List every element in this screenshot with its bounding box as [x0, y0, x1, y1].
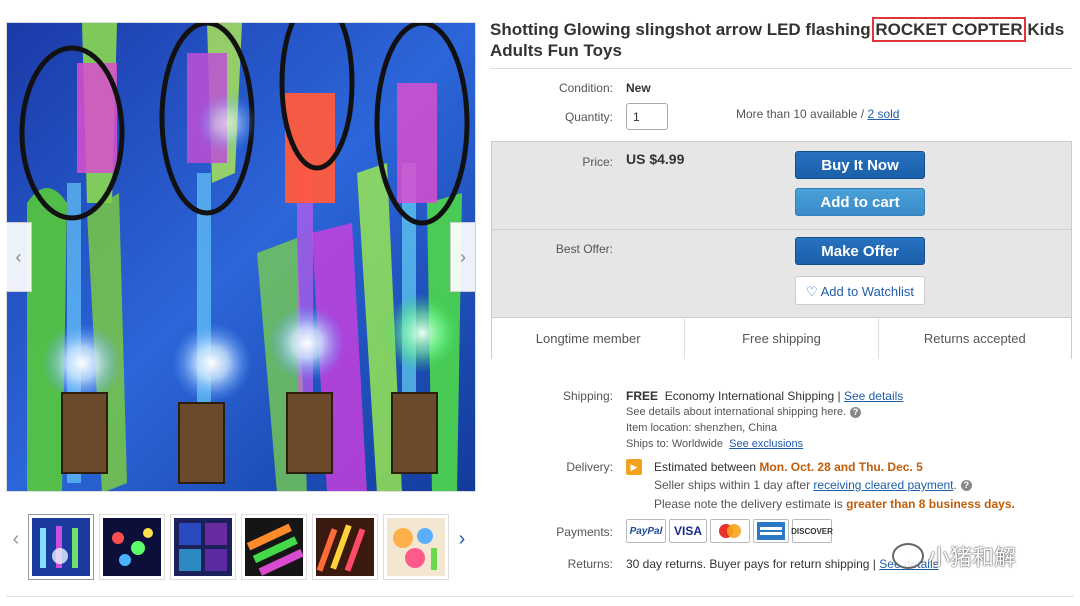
condition-label: Condition: [558, 81, 613, 95]
watermark: 小猪和解 [892, 540, 1016, 572]
delivery-dates: Mon. Oct. 28 and Thu. Dec. 5 [759, 460, 923, 474]
chevron-right-icon: › [460, 246, 466, 267]
seller-ships-text: Seller ships within 1 day after [654, 478, 811, 492]
seller-ships-line: Seller ships within 1 day after receivin… [654, 478, 972, 492]
shipping-service: Economy International Shipping | [664, 389, 841, 403]
seller-badges: Longtime member Free shipping Returns ac… [492, 317, 1071, 359]
ships-to: Ships to: Worldwide See exclusions [626, 438, 803, 450]
shipping-free: FREE [626, 389, 659, 403]
delivery-note-text: Please note the delivery estimate is [654, 497, 843, 511]
add-to-watchlist-button[interactable]: ♡ Add to Watchlist [795, 276, 925, 305]
estimated-text: Estimated between [654, 460, 757, 474]
discover-text: DISCOVER [791, 526, 833, 536]
shipping-label: Shipping: [562, 389, 613, 403]
page-bottom-divider [6, 596, 1074, 597]
paypal-logo: PayPal [626, 519, 666, 543]
price-label: Price: [582, 155, 613, 169]
buy-it-now-button[interactable]: Buy It Now [795, 151, 925, 179]
title-divider [490, 68, 1072, 69]
condition-value: New [626, 81, 651, 95]
delivery-note: Please note the delivery estimate is gre… [654, 497, 1015, 511]
badge-returns-accepted: Returns accepted [923, 331, 1026, 346]
help-icon[interactable]: ? [850, 406, 862, 418]
watermark-text: 小猪和解 [928, 546, 1017, 571]
returns-label: Returns: [567, 557, 613, 571]
amex-icon [757, 522, 785, 540]
quantity-label: Quantity: [564, 110, 613, 124]
delivery-estimate: Estimated between Mon. Oct. 28 and Thu. … [654, 460, 923, 474]
delivery-note-highlight: greater than 8 business days. [846, 497, 1015, 511]
price-value: US $4.99 [626, 151, 685, 167]
thumbnail-1[interactable] [28, 514, 94, 580]
intl-note-text: See details about international shipping… [626, 406, 847, 418]
thumbnail-2[interactable] [99, 514, 165, 580]
delivery-flag-icon: ▶ [626, 459, 642, 475]
ships-to-text: Ships to: Worldwide [626, 438, 724, 450]
item-title: Shotting Glowing slingshot arrow LED fla… [490, 17, 1070, 61]
watchlist-label: Add to Watchlist [820, 284, 915, 299]
cleared-payment-link[interactable]: receiving cleared payment [813, 478, 953, 492]
thumbnails-prev-button[interactable]: ‹ [8, 528, 24, 551]
heart-icon: ♡ [805, 284, 818, 299]
title-highlight: ROCKET COPTER [872, 17, 1026, 42]
intl-shipping-note: See details about international shipping… [626, 406, 862, 418]
thumbnail-6[interactable] [383, 514, 449, 580]
buybox-divider [492, 229, 1071, 230]
mastercard-logo [710, 519, 750, 543]
badge-longtime-member: Longtime member [492, 318, 686, 359]
item-location: Item location: shenzhen, China [626, 422, 778, 434]
make-offer-button[interactable]: Make Offer [795, 237, 925, 265]
thumbnail-5[interactable] [312, 514, 378, 580]
thumbnail-strip: ‹ › [6, 512, 476, 584]
shipping-details-link[interactable]: See details [844, 389, 903, 403]
quantity-availability: More than 10 available / 2 sold [736, 107, 899, 121]
chevron-right-icon: › [458, 528, 466, 550]
exclusions-link[interactable]: See exclusions [729, 438, 803, 450]
thumbnails-next-button[interactable]: › [454, 528, 470, 551]
chevron-left-icon: ‹ [15, 246, 22, 267]
returns-text: 30 day returns. Buyer pays for return sh… [626, 557, 876, 571]
available-text: More than 10 available / [736, 107, 865, 121]
shipping-line: FREE Economy International Shipping | Se… [626, 389, 903, 403]
add-to-cart-button[interactable]: Add to cart [795, 188, 925, 216]
amex-logo [753, 519, 789, 543]
thumbnail-3[interactable] [170, 514, 236, 580]
mastercard-icon [719, 524, 741, 538]
chevron-left-icon: ‹ [12, 528, 20, 550]
title-prefix: Shotting Glowing slingshot arrow LED fla… [490, 20, 876, 39]
wechat-icon [892, 543, 924, 569]
visa-text: VISA [673, 524, 702, 538]
discover-logo: DISCOVER [791, 519, 833, 543]
best-offer-label: Best Offer: [555, 242, 613, 256]
thumbnail-4[interactable] [241, 514, 307, 580]
main-product-image[interactable] [6, 22, 476, 492]
image-prev-button[interactable]: ‹ [6, 222, 32, 292]
payments-label: Payments: [556, 525, 613, 539]
help-icon[interactable]: ? [960, 480, 972, 492]
delivery-label: Delivery: [566, 460, 613, 474]
paypal-text: PayPal [629, 525, 663, 537]
quantity-input[interactable] [626, 103, 668, 130]
image-next-button[interactable]: › [450, 222, 476, 292]
badge-free-shipping: Free shipping [685, 318, 879, 359]
sold-link[interactable]: 2 sold [867, 107, 899, 121]
visa-logo: VISA [669, 519, 707, 543]
